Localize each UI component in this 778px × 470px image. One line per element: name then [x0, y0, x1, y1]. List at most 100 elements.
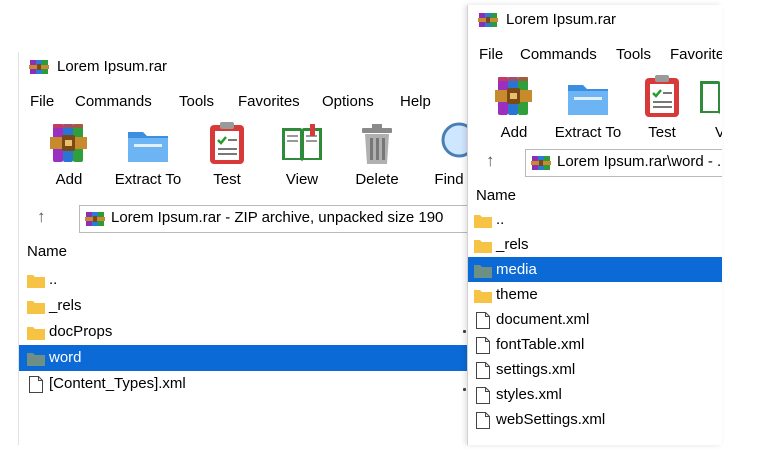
column-header-label: Name	[27, 243, 68, 260]
delete-label: Delete	[355, 171, 399, 188]
file-icon	[476, 337, 490, 354]
file-icon	[476, 312, 490, 329]
test-clipboard-icon	[645, 75, 679, 117]
add-label: Add	[55, 171, 83, 188]
parent-folder-icon	[27, 275, 45, 288]
address-path: Lorem Ipsum.rar\word - ...	[557, 153, 722, 170]
file-name: styles.xml	[496, 386, 562, 403]
menu-options[interactable]: Options	[322, 93, 374, 110]
file-row[interactable]: ..	[468, 207, 722, 232]
column-header-label: Name	[476, 187, 517, 204]
menu-help[interactable]: Help	[400, 93, 431, 110]
menu-bar: File Commands Tools Favorites Options He…	[19, 90, 481, 114]
file-name: webSettings.xml	[496, 411, 606, 428]
winrar-app-icon	[478, 13, 498, 27]
address-bar-row: ↑ Lorem Ipsum.rar - ZIP archive, unpacke…	[19, 203, 481, 233]
file-name: _rels	[496, 236, 529, 253]
folder-icon	[474, 290, 492, 303]
file-name: theme	[496, 286, 538, 303]
delete-button[interactable]: Delete	[337, 120, 417, 188]
menu-commands[interactable]: Commands	[75, 93, 152, 110]
address-bar[interactable]: Lorem Ipsum.rar\word - ...	[525, 149, 722, 177]
file-row[interactable]: word	[19, 345, 481, 371]
file-icon	[476, 362, 490, 379]
extract-folder-icon	[568, 85, 608, 115]
scroll-mark	[463, 388, 466, 391]
file-row[interactable]: webSettings.xml	[468, 407, 722, 432]
address-path: Lorem Ipsum.rar - ZIP archive, unpacked …	[111, 209, 444, 226]
folder-icon	[27, 301, 45, 314]
winrar-app-icon	[29, 60, 49, 74]
toolbar: Add Extract To Test View Delete Find	[19, 120, 481, 198]
view-button[interactable]: V	[680, 73, 722, 141]
file-name: docProps	[49, 323, 113, 340]
winrar-window-word: Lorem Ipsum.rar File Commands Tools Favo…	[467, 5, 722, 445]
add-label: Add	[500, 124, 528, 141]
add-archive-icon	[495, 77, 532, 115]
extract-to-label: Extract To	[114, 171, 182, 188]
file-icon	[476, 412, 490, 429]
file-row[interactable]: [Content_Types].xml	[19, 371, 481, 397]
add-button[interactable]: Add	[474, 73, 554, 141]
extract-to-button[interactable]: Extract To	[108, 120, 188, 188]
winrar-archive-icon	[531, 156, 551, 170]
extract-to-label: Extract To	[554, 124, 622, 141]
file-row[interactable]: media	[468, 257, 722, 282]
scroll-mark	[463, 330, 466, 333]
menu-tools[interactable]: Tools	[179, 93, 214, 110]
folder-icon	[27, 353, 45, 366]
file-name: ..	[496, 211, 505, 228]
file-list: .. _rels docProps word [Content_Types].xml	[19, 267, 481, 397]
column-header-name[interactable]: Name	[19, 239, 481, 265]
menu-commands[interactable]: Commands	[520, 46, 597, 63]
folder-icon	[27, 327, 45, 340]
file-row[interactable]: theme	[468, 282, 722, 307]
file-row[interactable]: document.xml	[468, 307, 722, 332]
file-name: [Content_Types].xml	[49, 375, 186, 392]
test-button[interactable]: Test	[187, 120, 267, 188]
view-button[interactable]: View	[262, 120, 342, 188]
file-row[interactable]: _rels	[19, 293, 481, 319]
column-header-name[interactable]: Name	[468, 183, 722, 209]
address-bar-row: ↑ Lorem Ipsum.rar\word - ...	[468, 147, 722, 177]
extract-folder-icon	[128, 132, 168, 162]
menu-favorites[interactable]: Favorite	[670, 46, 722, 63]
file-row[interactable]: docProps	[19, 319, 481, 345]
view-book-icon	[700, 81, 720, 115]
view-label: View	[285, 171, 319, 188]
file-row[interactable]: fontTable.xml	[468, 332, 722, 357]
view-book-icon	[282, 124, 322, 162]
file-list: .. _relsmedia theme document.xml fontTable.x…	[468, 207, 722, 432]
title-bar[interactable]: Lorem Ipsum.rar	[468, 5, 722, 35]
file-name: document.xml	[496, 311, 590, 328]
toolbar: Add Extract To Test V	[468, 73, 722, 151]
file-row[interactable]: styles.xml	[468, 382, 722, 407]
file-name: fontTable.xml	[496, 336, 585, 353]
up-arrow-icon[interactable]: ↑	[486, 151, 495, 171]
window-title: Lorem Ipsum.rar	[506, 11, 617, 28]
test-clipboard-icon	[210, 122, 244, 164]
view-label: V	[680, 124, 722, 141]
file-name: ..	[49, 271, 58, 288]
menu-bar: File Commands Tools Favorite	[468, 43, 722, 67]
file-name: settings.xml	[496, 361, 576, 378]
file-icon	[476, 387, 490, 404]
file-name: word	[49, 349, 82, 366]
file-name: _rels	[49, 297, 82, 314]
add-button[interactable]: Add	[29, 120, 109, 188]
file-row[interactable]: settings.xml	[468, 357, 722, 382]
address-bar[interactable]: Lorem Ipsum.rar - ZIP archive, unpacked …	[79, 205, 481, 233]
menu-file[interactable]: File	[30, 93, 54, 110]
up-arrow-icon[interactable]: ↑	[37, 207, 46, 227]
file-row[interactable]: _rels	[468, 232, 722, 257]
title-bar[interactable]: Lorem Ipsum.rar	[19, 52, 481, 82]
extract-to-button[interactable]: Extract To	[548, 73, 628, 141]
menu-favorites[interactable]: Favorites	[238, 93, 300, 110]
menu-tools[interactable]: Tools	[616, 46, 651, 63]
folder-icon	[474, 265, 492, 278]
menu-file[interactable]: File	[479, 46, 503, 63]
window-title: Lorem Ipsum.rar	[57, 58, 168, 75]
folder-icon	[474, 240, 492, 253]
magnifier-icon	[441, 122, 471, 158]
file-row[interactable]: ..	[19, 267, 481, 293]
